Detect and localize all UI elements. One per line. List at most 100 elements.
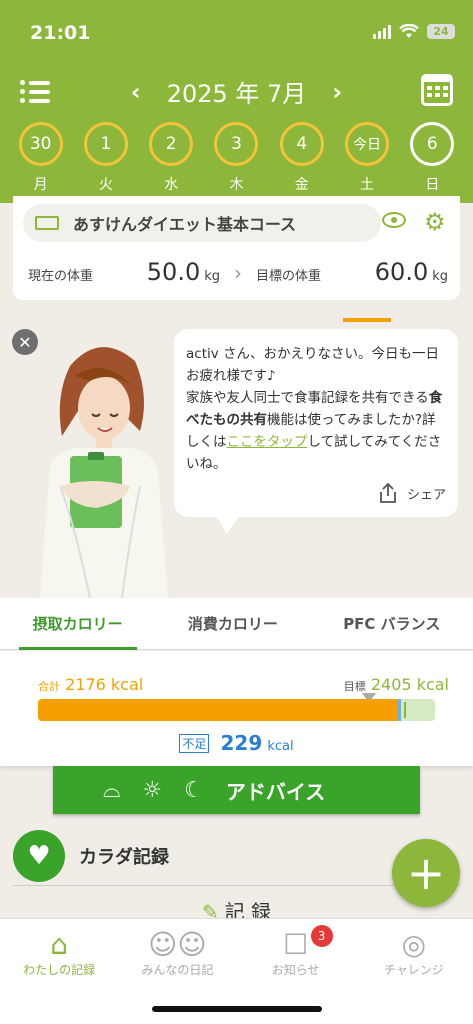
day-3[interactable]: 3 木 [212,122,260,194]
total-unit: kcal [110,675,144,694]
signal-icon [373,24,391,39]
day-30[interactable]: 30 月 [17,122,65,194]
chevron-right-icon: › [234,261,242,285]
day-number: 30 [18,122,63,166]
assistant-avatar [40,347,168,598]
day-number: 1 [83,122,128,166]
day-of-week: 金 [294,177,309,193]
day-of-week: 水 [164,177,179,193]
nav-label: みんなの日記 [141,963,214,977]
home-icon: ⌂ [50,928,69,961]
total-label: 合計 [38,680,60,693]
tap-here-link[interactable]: ここをタップ [227,434,308,450]
day-of-week: 土 [360,177,375,193]
divider [13,885,460,886]
status-time: 21:01 [30,22,91,44]
nav-label: わたしの記録 [23,963,96,977]
next-month-button[interactable]: › [332,78,342,106]
day-1[interactable]: 1 火 [82,122,130,194]
greeting-text: activ さん、おかえりなさい。今日も一日お疲れ様です♪ [186,346,440,384]
status-icons: 24 [373,24,455,39]
nav-everyone-diary[interactable]: ☺☺ みんなの日記 [122,929,232,978]
nav-label: チャレンジ [383,963,444,977]
course-name: あすけんダイエット基本コース [73,215,297,234]
day-number: 2 [149,122,194,166]
day-6[interactable]: 6 日 [408,122,456,194]
day-number: 3 [214,122,259,166]
share-label: シェア [406,487,446,503]
assistant-message: activ さん、おかえりなさい。今日も一日お疲れ様です♪ 家族や友人同士で食事… [186,343,446,475]
calorie-goal: 目標 2405 kcal [344,675,449,694]
day-4[interactable]: 4 金 [278,122,326,194]
prev-month-button[interactable]: ‹ [131,78,141,106]
signpost-icon [35,216,59,230]
moon-icon: ☾ [184,777,204,803]
day-of-week: 月 [33,177,48,193]
total-value: 2176 [65,675,106,694]
day-number: 4 [279,122,324,166]
current-weight-unit: kg [204,269,220,284]
chat-icon: ☐ [283,928,309,961]
notification-badge: 3 [310,925,333,947]
share-icon [380,483,396,503]
shortfall-value: 229 [220,731,263,755]
battery-icon: 24 [427,24,455,39]
day-number: 6 [410,122,455,166]
message-text-a: 家族や友人同士で食事記録を共有できる [186,390,429,406]
app-header: 21:01 24 ‹ 2025 年 7月 › 30 月 1 火 2 水 3 木 … [0,0,473,322]
calorie-shortfall: 不足 229 kcal [0,731,473,755]
shortfall-tag: 不足 [179,734,210,753]
day-today[interactable]: 今日 土 [343,122,392,322]
tab-intake-calories[interactable]: 摂取カロリー [18,603,137,650]
week-day-selector: 30 月 1 火 2 水 3 木 4 金 今日 土 6 日 [0,122,473,322]
day-of-week: 火 [98,177,113,193]
tab-pfc-balance[interactable]: PFC バランス [337,603,446,644]
current-weight-label: 現在の体重 [28,269,94,284]
calorie-progress-bar [38,699,435,721]
day-of-week: 木 [229,177,244,193]
advice-label: アドバイス [225,779,326,804]
calorie-progress-fill [38,699,397,721]
goal-weight-value: 60.0 [374,258,429,286]
heart-chart-icon: ♥ [13,830,65,882]
wifi-icon [399,24,419,38]
calendar-icon[interactable] [421,74,453,106]
course-card: あすけんダイエット基本コース ⚙ 現在の体重 50.0 kg › 目標の体重 6… [13,196,460,300]
tab-burned-calories[interactable]: 消費カロリー [182,603,284,644]
goal-unit: kcal [416,675,449,694]
calorie-total: 合計 2176 kcal [38,675,143,694]
bubble-tail [215,514,241,534]
share-button[interactable]: シェア [377,483,446,503]
gear-icon[interactable]: ⚙ [424,208,446,236]
calorie-progress-edge [397,699,401,721]
weight-summary: 現在の体重 50.0 kg › 目標の体重 60.0 kg [28,258,448,286]
eye-icon[interactable] [382,212,406,228]
goal-weight-label: 目標の体重 [256,269,322,284]
home-indicator [152,1006,322,1012]
goal-label: 目標 [343,680,366,693]
day-of-week: 日 [425,177,440,193]
medal-icon: ◎ [401,928,427,961]
goal-weight-unit: kg [432,269,448,284]
advice-button[interactable]: ⌓ ☼ ☾ アドバイス [53,766,420,814]
shortfall-unit: kcal [267,739,294,754]
selected-day-indicator [343,318,392,322]
assistant-message-bubble: activ さん、おかえりなさい。今日も一日お疲れ様です♪ 家族や友人同士で食事… [174,329,458,517]
goal-tick [404,702,406,718]
month-navigation: ‹ 2025 年 7月 › [0,74,473,109]
course-selector[interactable]: あすけんダイエット基本コース [23,204,381,242]
body-record-label: カラダ記録 [79,847,169,868]
nav-challenge[interactable]: ◎ チャレンジ [359,929,469,978]
month-title: 2025 年 7月 [166,80,307,108]
people-icon: ☺☺ [148,928,207,961]
add-button[interactable]: + [392,839,460,907]
nav-label: お知らせ [271,963,320,977]
current-weight-value: 50.0 [146,258,201,286]
goal-value: 2405 [370,675,412,694]
calorie-panel: 合計 2176 kcal 目標 2405 kcal 不足 229 kcal [0,651,473,766]
nav-my-records[interactable]: ⌂ わたしの記録 [4,929,114,978]
day-2[interactable]: 2 水 [147,122,195,194]
day-number: 今日 [345,122,390,166]
sun-icon: ☼ [142,777,163,803]
nav-notifications[interactable]: ☐ お知らせ 3 [241,925,351,978]
